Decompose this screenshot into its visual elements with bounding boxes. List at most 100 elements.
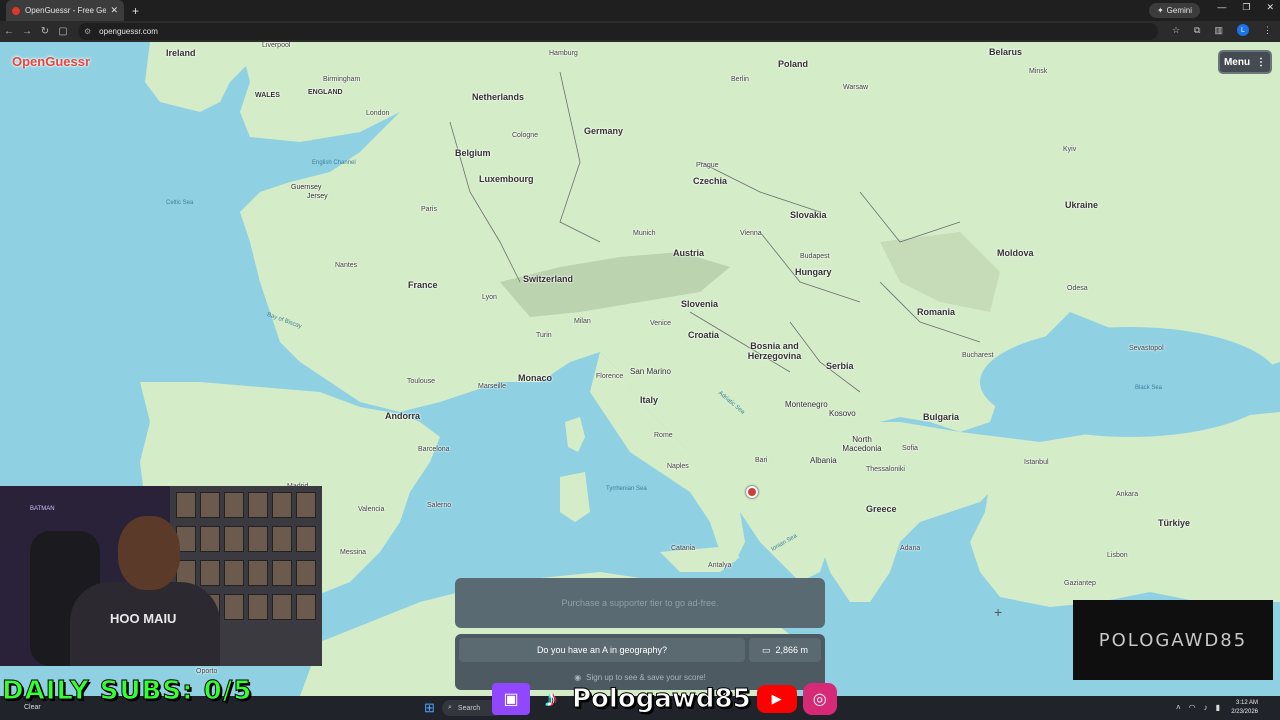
windows-start-icon[interactable]: ⊞ (424, 701, 437, 714)
social-bar: ▣ ♪ Pologawd85 ▶ ◎ (492, 678, 837, 720)
country-label: Moldova (997, 248, 1034, 258)
sea-label: Celtic Sea (166, 200, 194, 206)
ruler-icon: ▭ (761, 644, 771, 655)
country-label: Austria (673, 248, 705, 258)
city-label: Messina (340, 549, 367, 556)
city-label: Valencia (358, 506, 385, 513)
country-label: Slovakia (790, 210, 827, 220)
gemini-button[interactable]: ✦ Gemini (1148, 3, 1200, 18)
country-label: Ukraine (1065, 200, 1099, 210)
clock-date: 2/23/2026 (1231, 709, 1258, 715)
city-label: Milan (574, 318, 591, 325)
city-label: Antalya (708, 562, 732, 569)
close-window-icon[interactable]: ✕ (1266, 2, 1274, 13)
country-label: San Marino (630, 367, 671, 376)
youtube-icon: ▶ (756, 685, 797, 713)
country-label: Croatia (688, 330, 720, 340)
daily-subs-counter: DAILY SUBS: 0/5 (1, 676, 253, 707)
country-label: Luxembourg (479, 174, 534, 184)
openguessr-logo[interactable]: OpenGuessr (12, 54, 90, 69)
country-label: Kosovo (829, 409, 856, 418)
address-bar[interactable]: ⚙ openguessr.com (78, 23, 1158, 40)
split-view-icon[interactable]: ▢ (54, 26, 72, 37)
instagram-icon: ◎ (802, 683, 837, 715)
city-label: Naples (667, 463, 689, 470)
volume-icon[interactable]: ♪ (1204, 703, 1208, 712)
country-label: Monaco (518, 373, 553, 383)
sidepanel-icon[interactable]: ▥ (1214, 25, 1223, 36)
ad-banner[interactable]: Purchase a supporter tier to go ad-free. (455, 578, 825, 628)
city-label: Cologne (512, 132, 539, 139)
distance-value: 2,866 m (775, 645, 809, 655)
wifi-icon[interactable]: ◠ (1189, 703, 1196, 712)
battery-icon[interactable]: ▮ (1216, 703, 1220, 712)
browser-tab-strip: OpenGuessr - Free GeoGuessr Alternative … (0, 0, 1280, 21)
city-label: Bari (755, 457, 768, 464)
guess-marker[interactable] (746, 486, 758, 498)
city-label: Oporto (196, 668, 218, 675)
close-tab-icon[interactable]: ✕ (110, 5, 118, 16)
chevron-up-icon[interactable]: ˄ (1176, 703, 1181, 712)
search-icon: ⌕ (448, 704, 452, 711)
taskbar-clock[interactable]: 3:12 AM 2/23/2026 (1231, 699, 1258, 717)
city-label: Lyon (482, 294, 497, 301)
city-label: Minsk (1029, 68, 1048, 75)
neon-sign: BATMAN (30, 506, 55, 512)
city-label: London (366, 110, 390, 117)
geography-question-button[interactable]: Do you have an A in geography? (459, 638, 745, 662)
menu-button[interactable]: Menu ⋮ (1218, 50, 1272, 74)
streamer-brand-box: POLOGAWD85 (1073, 600, 1273, 680)
more-menu-icon[interactable]: ⋮ (1263, 25, 1272, 36)
profile-avatar[interactable]: L (1237, 24, 1249, 36)
social-handle: Pologawd85 (572, 684, 752, 715)
crosshair-icon: + (994, 604, 1003, 620)
sea-label: Black Sea (1135, 385, 1163, 391)
city-label: Toulouse (407, 378, 436, 385)
reload-icon[interactable]: ↻ (36, 26, 54, 37)
city-label: Paris (421, 206, 437, 213)
bookmark-star-icon[interactable]: ☆ (1172, 25, 1180, 36)
site-info-icon[interactable]: ⚙ (84, 27, 91, 36)
browser-toolbar: ← → ↻ ▢ ⚙ openguessr.com ☆ ⧉ ▥ L ⋮ (0, 21, 1280, 42)
country-label: Greece (866, 504, 897, 514)
distance-readout: ▭ 2,866 m (749, 638, 821, 662)
back-icon[interactable]: ← (0, 26, 18, 37)
country-label: WALES (255, 92, 280, 99)
country-label: Belarus (989, 47, 1023, 57)
sea-label: English Channel (312, 160, 356, 166)
maximize-icon[interactable]: ❐ (1242, 2, 1250, 13)
city-label: Istanbul (1024, 459, 1049, 466)
city-label: Salerno (427, 502, 452, 509)
country-label: Switzerland (523, 274, 574, 284)
country-label: Belgium (455, 148, 491, 158)
new-tab-button[interactable]: + (132, 4, 139, 18)
minimize-icon[interactable]: — (1217, 2, 1226, 13)
sparkle-icon: ✦ (1156, 6, 1164, 15)
country-label: Albania (810, 456, 837, 465)
city-label: Hamburg (549, 50, 578, 57)
kebab-icon: ⋮ (1256, 56, 1267, 68)
window-controls: — ❐ ✕ (1217, 2, 1274, 13)
city-label: Liverpool (262, 42, 291, 49)
city-label: Birmingham (323, 76, 361, 83)
country-label: Ireland (166, 48, 196, 58)
system-tray: ˄ ◠ ♪ ▮ (1176, 703, 1220, 712)
url-text: openguessr.com (99, 27, 158, 36)
country-label: Romania (917, 307, 956, 317)
toolbar-right: ☆ ⧉ ▥ L ⋮ (1172, 24, 1272, 36)
tab-title: OpenGuessr - Free GeoGuessr Alternative (25, 6, 107, 15)
country-label: Netherlands (472, 92, 525, 102)
country-label: Montenegro (785, 400, 828, 409)
extensions-icon[interactable]: ⧉ (1194, 25, 1200, 36)
browser-tab[interactable]: OpenGuessr - Free GeoGuessr Alternative … (6, 0, 124, 21)
city-label: Gaziantep (1064, 580, 1096, 587)
country-label: ENGLAND (308, 89, 343, 96)
city-label: Prague (696, 162, 719, 169)
city-label: Venice (650, 320, 672, 327)
country-label: Germany (584, 126, 624, 136)
ad-text: Purchase a supporter tier to go ad-free. (561, 598, 719, 608)
forward-icon[interactable]: → (18, 26, 36, 37)
city-label: Berlin (731, 76, 749, 83)
country-label: Slovenia (681, 299, 719, 309)
country-label: Hungary (795, 267, 832, 277)
